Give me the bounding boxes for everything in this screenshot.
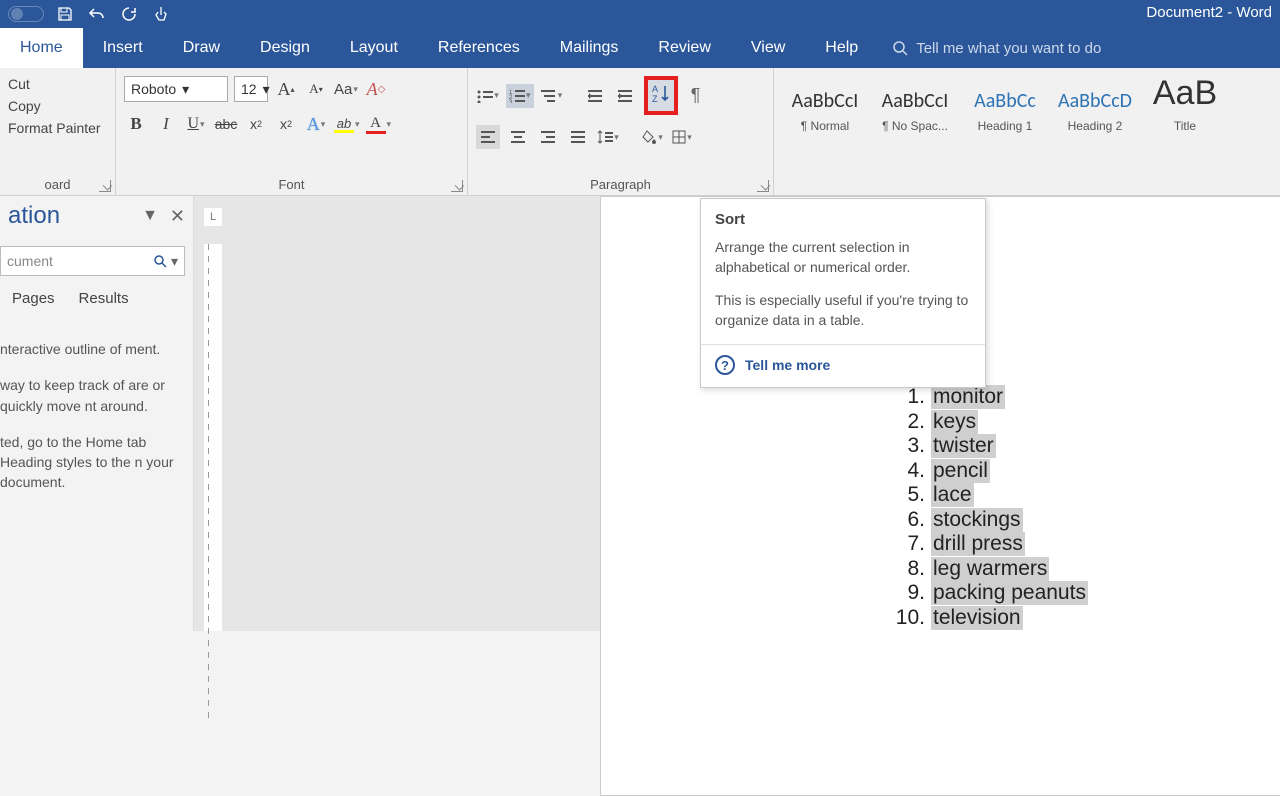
redo-icon[interactable] <box>118 3 140 25</box>
underline-button[interactable]: U▾ <box>184 112 208 136</box>
tell-me-placeholder: Tell me what you want to do <box>916 40 1101 57</box>
show-hide-marks-icon[interactable]: ¶ <box>684 84 708 108</box>
align-center-icon[interactable] <box>506 125 530 149</box>
align-left-icon[interactable] <box>476 125 500 149</box>
undo-icon[interactable] <box>86 3 108 25</box>
nav-search-input[interactable]: cument ▾ <box>0 246 185 276</box>
superscript-button[interactable]: x2 <box>274 112 298 136</box>
nav-dropdown-icon[interactable]: ▼ <box>142 207 158 225</box>
ruler-corner: L <box>204 208 222 226</box>
subscript-button[interactable]: x2 <box>244 112 268 136</box>
style-heading-1[interactable]: AaBbCcHeading 1 <box>962 74 1048 133</box>
tab-insert[interactable]: Insert <box>83 28 163 68</box>
shrink-font-icon[interactable]: A▾ <box>304 77 328 101</box>
touch-mode-icon[interactable] <box>150 3 172 25</box>
navigation-pane: ation ▼ ✕ cument ▾ Pages Results nteract… <box>0 196 194 631</box>
tab-draw[interactable]: Draw <box>163 28 240 68</box>
svg-text:Z: Z <box>652 94 658 103</box>
nav-tab-results[interactable]: Results <box>79 290 129 307</box>
align-right-icon[interactable] <box>536 125 560 149</box>
search-icon <box>153 254 167 268</box>
tell-me-search[interactable]: Tell me what you want to do <box>892 40 1101 57</box>
font-group-label: Font <box>278 177 304 192</box>
line-spacing-icon[interactable]: ▾ <box>596 125 620 149</box>
vertical-ruler[interactable] <box>204 244 222 631</box>
document-list[interactable]: 1.monitor 2.keys 3.twister 4.pencil 5.la… <box>895 385 1088 630</box>
nav-search-placeholder: cument <box>7 253 53 269</box>
font-dialog-launcher[interactable] <box>451 180 463 192</box>
change-case-icon[interactable]: Aa▾ <box>334 77 358 101</box>
numbering-icon[interactable]: 123▾ <box>506 84 534 108</box>
font-name-combo[interactable]: Roboto▾ <box>124 76 228 102</box>
help-icon: ? <box>715 355 735 375</box>
borders-icon[interactable]: ▾ <box>670 125 694 149</box>
italic-button[interactable]: I <box>154 112 178 136</box>
ribbon-tabs: Home Insert Draw Design Layout Reference… <box>0 28 1280 68</box>
highlight-icon[interactable]: ab▾ <box>334 112 360 136</box>
tab-design[interactable]: Design <box>240 28 330 68</box>
font-size-combo[interactable]: 12▾ <box>234 76 268 102</box>
clear-formatting-icon[interactable]: A◇ <box>364 77 388 101</box>
tab-view[interactable]: View <box>731 28 805 68</box>
styles-gallery[interactable]: AaBbCcI¶ Normal AaBbCcI¶ No Spac... AaBb… <box>774 68 1280 139</box>
multilevel-list-icon[interactable]: ▾ <box>540 84 564 108</box>
navigation-title: ation <box>8 202 60 230</box>
svg-text:3: 3 <box>509 100 513 103</box>
nav-body-text: nteractive outline of ment. way to keep … <box>0 321 193 493</box>
grow-font-icon[interactable]: A▴ <box>274 77 298 101</box>
increase-indent-icon[interactable] <box>614 84 638 108</box>
shading-icon[interactable]: ▾ <box>640 125 664 149</box>
clipboard-dialog-launcher[interactable] <box>99 180 111 192</box>
format-painter-button[interactable]: Format Painter <box>8 120 101 136</box>
style-normal[interactable]: AaBbCcI¶ Normal <box>782 74 868 133</box>
style-no-spacing[interactable]: AaBbCcI¶ No Spac... <box>872 74 958 133</box>
font-color-icon[interactable]: A▾ <box>366 112 392 136</box>
decrease-indent-icon[interactable] <box>584 84 608 108</box>
tab-references[interactable]: References <box>418 28 540 68</box>
tab-review[interactable]: Review <box>638 28 730 68</box>
paragraph-dialog-launcher[interactable] <box>757 180 769 192</box>
save-icon[interactable] <box>54 3 76 25</box>
cut-button[interactable]: Cut <box>8 76 101 92</box>
autosave-toggle[interactable] <box>8 6 44 22</box>
paragraph-group-label: Paragraph <box>590 177 651 192</box>
text-effects-icon[interactable]: A▾ <box>304 112 328 136</box>
justify-icon[interactable] <box>566 125 590 149</box>
tell-me-more-link[interactable]: ? Tell me more <box>715 355 971 375</box>
tooltip-title: Sort <box>715 211 971 228</box>
tab-layout[interactable]: Layout <box>330 28 418 68</box>
strikethrough-button[interactable]: abc <box>214 112 238 136</box>
style-title[interactable]: AaBTitle <box>1142 74 1228 133</box>
nav-close-icon[interactable]: ✕ <box>170 206 185 227</box>
svg-text:A: A <box>652 84 658 94</box>
bullets-icon[interactable]: ▾ <box>476 84 500 108</box>
sort-tooltip: Sort Arrange the current selection in al… <box>700 198 986 388</box>
copy-button[interactable]: Copy <box>8 98 101 114</box>
sort-button-highlighted[interactable]: AZ <box>644 76 678 115</box>
clipboard-group-label: oard <box>44 177 70 192</box>
nav-tab-pages[interactable]: Pages <box>12 290 55 307</box>
style-heading-2[interactable]: AaBbCcDHeading 2 <box>1052 74 1138 133</box>
tab-home[interactable]: Home <box>0 28 83 68</box>
tab-mailings[interactable]: Mailings <box>540 28 639 68</box>
window-title: Document2 - Word <box>1146 4 1272 21</box>
bold-button[interactable]: B <box>124 112 148 136</box>
tab-help[interactable]: Help <box>805 28 878 68</box>
